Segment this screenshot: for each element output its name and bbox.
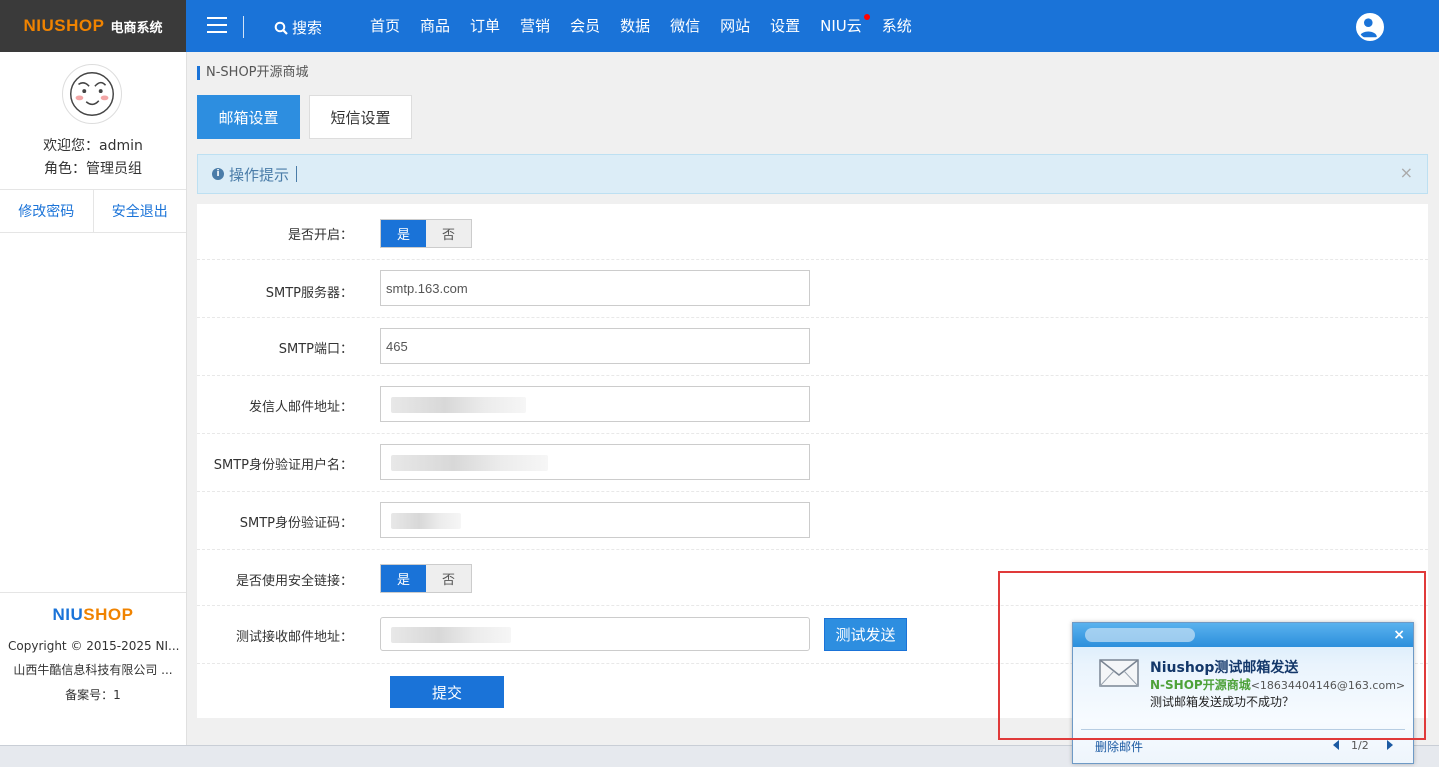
- secure-label: 是否使用安全链接：: [235, 574, 353, 589]
- nav-goods[interactable]: 商品: [410, 0, 460, 52]
- user-silhouette-icon: [1359, 18, 1377, 38]
- enabled-yes-option[interactable]: 是: [381, 220, 426, 247]
- company-text: 山西牛酷信息科技有限公司 ...: [13, 663, 173, 677]
- envelope-icon: [1099, 659, 1139, 687]
- enabled-no-option[interactable]: 否: [426, 220, 471, 247]
- change-password-link[interactable]: 修改密码: [0, 190, 94, 232]
- form-row-secure: 是否使用安全链接： 是 否: [197, 550, 1428, 606]
- search-label: 搜索: [292, 19, 323, 37]
- smtp-port-label: SMTP端口：: [278, 342, 353, 357]
- popup-sender-name: N-SHOP开源商城: [1150, 678, 1251, 692]
- nav-website[interactable]: 网站: [710, 0, 760, 52]
- welcome-text: 欢迎您：admin: [43, 138, 143, 154]
- tab-email-settings[interactable]: 邮箱设置: [197, 95, 300, 139]
- smtp-port-input[interactable]: 465: [380, 328, 810, 364]
- auth-user-label: SMTP身份验证用户名：: [213, 458, 353, 473]
- secure-yes-option[interactable]: 是: [381, 565, 426, 592]
- redacted-value: [391, 513, 461, 529]
- tab-sms-settings[interactable]: 短信设置: [309, 95, 412, 139]
- footer-logo: NIUSHOP: [0, 605, 186, 625]
- main-nav: 首页 商品 订单 营销 会员 数据 微信 网站 设置 NIU云 系统: [360, 0, 922, 52]
- close-icon[interactable]: ×: [1393, 627, 1405, 643]
- enabled-label: 是否开启：: [287, 228, 353, 243]
- redacted-value: [391, 397, 526, 413]
- close-icon[interactable]: ×: [1400, 163, 1413, 182]
- footer-logo-part-b: SHOP: [83, 605, 134, 624]
- test-address-input[interactable]: [380, 617, 810, 651]
- test-address-label: 测试接收邮件地址：: [235, 630, 353, 645]
- brand-logo[interactable]: NIUSHOP 电商系统: [0, 0, 186, 52]
- icp-text: 备案号：1: [65, 688, 121, 702]
- avatar: [62, 64, 122, 124]
- sender-label: 发信人邮件地址：: [248, 400, 353, 415]
- next-arrow-icon[interactable]: [1387, 740, 1393, 750]
- auth-code-input[interactable]: [380, 502, 810, 538]
- popup-header: ×: [1073, 623, 1413, 647]
- form-row-smtp-server: SMTP服务器： smtp.163.com: [197, 260, 1428, 318]
- divider: [1081, 729, 1405, 730]
- form-row-enabled: 是否开启： 是 否: [197, 204, 1428, 260]
- divider: [243, 16, 244, 38]
- logout-link[interactable]: 安全退出: [94, 190, 187, 232]
- search-button[interactable]: 搜索: [274, 17, 322, 38]
- redacted-value: [391, 455, 548, 471]
- enabled-toggle[interactable]: 是 否: [380, 219, 472, 248]
- nav-niu-cloud-label: NIU云: [820, 17, 862, 35]
- redacted-value: [391, 627, 511, 643]
- avatar-face-icon: [70, 72, 114, 116]
- form-row-auth-user: SMTP身份验证用户名：: [197, 434, 1428, 492]
- delete-mail-link[interactable]: 删除邮件: [1095, 738, 1143, 755]
- tips-banner[interactable]: i 操作提示 ×: [197, 154, 1428, 194]
- user-avatar-icon[interactable]: [1356, 13, 1384, 41]
- redacted-value: [1085, 628, 1195, 642]
- top-bar: NIUSHOP 电商系统 搜索 首页 商品 订单 营销 会员 数据 微信 网站 …: [0, 0, 1439, 52]
- tips-divider: [296, 166, 298, 182]
- smtp-server-label: SMTP服务器：: [265, 286, 353, 301]
- auth-user-input[interactable]: [380, 444, 810, 480]
- popup-body: 测试邮箱发送成功不成功？: [1150, 695, 1295, 709]
- secure-toggle[interactable]: 是 否: [380, 564, 472, 593]
- role-text: 角色：管理员组: [44, 161, 142, 177]
- form-row-sender: 发信人邮件地址：: [197, 376, 1428, 434]
- nav-members[interactable]: 会员: [560, 0, 610, 52]
- nav-settings[interactable]: 设置: [760, 0, 810, 52]
- notification-dot: [863, 14, 870, 20]
- nav-data[interactable]: 数据: [610, 0, 660, 52]
- sender-email-input[interactable]: [380, 386, 810, 422]
- search-icon: [274, 21, 288, 35]
- prev-arrow-icon[interactable]: [1333, 740, 1339, 750]
- popup-pagination: 1/2: [1351, 739, 1369, 752]
- nav-wechat[interactable]: 微信: [660, 0, 710, 52]
- sidebar: 欢迎您：admin 角色：管理员组 修改密码 安全退出 NIUSHOP Copy…: [0, 52, 187, 745]
- auth-code-label: SMTP身份验证码：: [239, 516, 353, 531]
- popup-title: Niushop测试邮箱发送: [1150, 660, 1299, 676]
- nav-home[interactable]: 首页: [360, 0, 410, 52]
- account-actions: 修改密码 安全退出: [0, 189, 186, 233]
- copyright-text: Copyright © 2015-2025 NI...: [8, 639, 180, 653]
- nav-marketing[interactable]: 营销: [510, 0, 560, 52]
- nav-niu-cloud[interactable]: NIU云: [810, 0, 872, 52]
- smtp-server-input[interactable]: smtp.163.com: [380, 270, 810, 306]
- footer-logo-part-a: NIU: [52, 605, 84, 624]
- nav-orders[interactable]: 订单: [460, 0, 510, 52]
- popup-sender-line: N-SHOP开源商城<18634404146@163.com>: [1150, 676, 1405, 693]
- tips-label: 操作提示: [229, 165, 290, 184]
- nav-system[interactable]: 系统: [872, 0, 922, 52]
- logo-text: NIUSHOP: [23, 16, 105, 35]
- form-row-smtp-port: SMTP端口： 465: [197, 318, 1428, 376]
- logo-subtitle: 电商系统: [110, 20, 163, 36]
- hamburger-menu-icon[interactable]: [207, 17, 227, 33]
- breadcrumb: N-SHOP开源商城: [197, 66, 309, 80]
- mail-notification-popup[interactable]: × Niushop测试邮箱发送 N-SHOP开源商城<18634404146@1…: [1072, 622, 1414, 764]
- form-row-auth-code: SMTP身份验证码：: [197, 492, 1428, 550]
- sidebar-footer: NIUSHOP Copyright © 2015-2025 NI... 山西牛酷…: [0, 592, 186, 703]
- secure-no-option[interactable]: 否: [426, 565, 471, 592]
- test-send-button[interactable]: 测试发送: [824, 618, 907, 651]
- submit-button[interactable]: 提交: [390, 676, 504, 708]
- popup-sender-address: <18634404146@163.com>: [1250, 679, 1406, 692]
- info-icon: i: [212, 168, 224, 180]
